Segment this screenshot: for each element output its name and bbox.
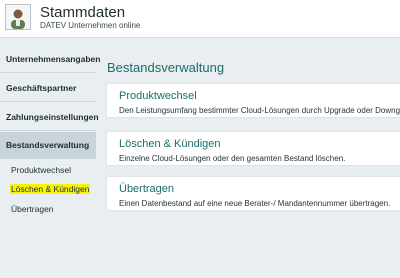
sidebar-subitem-uebertragen[interactable]: Übertragen <box>0 204 96 214</box>
sidebar-item-geschaeftspartner[interactable]: Geschäftspartner <box>0 83 96 93</box>
sidebar-item-unternehmensangaben[interactable]: Unternehmensangaben <box>0 54 100 64</box>
sidebar-subitem-loeschen-kuendigen[interactable]: Löschen & Kündigen <box>0 184 96 194</box>
sidebar-item-zahlungseinstellungen[interactable]: Zahlungseinstellungen <box>0 112 99 122</box>
sidebar-item-bestandsverwaltung[interactable]: Bestandsverwaltung <box>0 132 96 159</box>
app-title: Stammdaten <box>40 4 126 21</box>
card-title: Produktwechsel <box>119 90 197 102</box>
card-description: Einzelne Cloud-Lösungen oder den gesamte… <box>119 154 346 163</box>
card-loeschen-kuendigen[interactable]: Löschen & Kündigen Einzelne Cloud-Lösung… <box>107 132 400 165</box>
sidebar-subitem-produktwechsel[interactable]: Produktwechsel <box>0 165 96 175</box>
card-description: Den Leistungsumfang bestimmter Cloud-Lös… <box>119 106 400 115</box>
user-avatar-icon <box>5 4 31 30</box>
card-uebertragen[interactable]: Übertragen Einen Datenbestand auf eine n… <box>107 177 400 210</box>
card-title: Löschen & Kündigen <box>119 138 221 150</box>
card-produktwechsel[interactable]: Produktwechsel Den Leistungsumfang besti… <box>107 84 400 117</box>
sidebar-subitem-label: Löschen & Kündigen <box>10 184 91 194</box>
app-header: Stammdaten DATEV Unternehmen online <box>0 0 400 38</box>
card-description: Einen Datenbestand auf eine neue Berater… <box>119 199 391 208</box>
sidebar-divider <box>0 72 96 73</box>
page-title: Bestandsverwaltung <box>107 60 225 75</box>
sidebar-nav: Unternehmensangaben Geschäftspartner Zah… <box>0 38 100 278</box>
main-content: Bestandsverwaltung Produktwechsel Den Le… <box>96 38 400 278</box>
sidebar-divider <box>0 130 96 131</box>
app-subtitle: DATEV Unternehmen online <box>40 21 141 30</box>
card-title: Übertragen <box>119 183 175 195</box>
sidebar-divider <box>0 101 96 102</box>
